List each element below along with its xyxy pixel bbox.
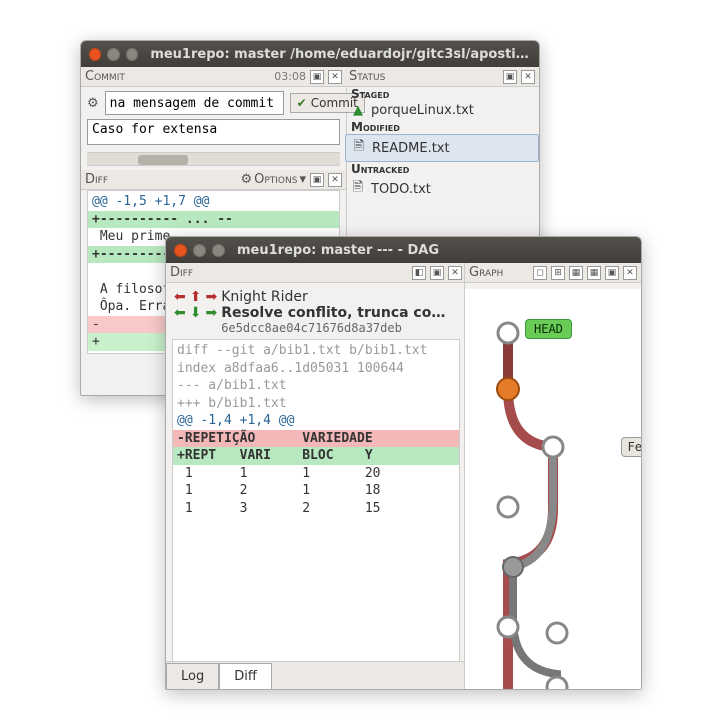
options-button[interactable]: Options ▾ xyxy=(240,172,306,187)
pane-undock-button[interactable]: ▣ xyxy=(310,70,324,84)
prev-up-icon[interactable]: ⬆ xyxy=(190,289,202,305)
pane-close-button[interactable]: ✕ xyxy=(521,70,535,84)
time-label: 03:08 xyxy=(274,70,306,83)
h-scrollbar[interactable] xyxy=(87,152,340,166)
commit-pane-title: Commit xyxy=(85,69,125,84)
prev-right-icon[interactable]: ➡ xyxy=(205,289,217,305)
untracked-section: Untracked xyxy=(345,162,539,176)
pane-undock-button[interactable]: ▣ xyxy=(503,70,517,84)
grid2-button[interactable]: ▦ xyxy=(587,266,601,280)
modified-file[interactable]: 🖹 README.txt xyxy=(345,134,539,162)
close-button[interactable] xyxy=(89,48,101,61)
commit-message-input[interactable] xyxy=(105,91,284,115)
modified-section: Modified xyxy=(345,120,539,134)
graph-pane-header: Graph ◻ ⊞ ▦ ▦ ▣ ✕ xyxy=(465,263,641,283)
tab-bar: Log Diff xyxy=(166,661,466,689)
pane-close-button[interactable]: ✕ xyxy=(328,70,342,84)
window-title: meu1repo: master --- - DAG xyxy=(237,243,439,258)
diff-line: 1 2 1 18 xyxy=(173,482,459,500)
diff-line: --- a/bib1.txt xyxy=(173,377,459,395)
gear-icon xyxy=(240,172,252,187)
staged-file[interactable]: ▲ porqueLinux.txt xyxy=(345,101,539,120)
diff-line: 1 1 1 20 xyxy=(173,465,459,483)
file-icon: 🖹 xyxy=(351,178,365,200)
file-icon: 🖹 xyxy=(352,137,366,159)
pane-close-button[interactable]: ✕ xyxy=(448,266,462,280)
file-name: README.txt xyxy=(372,141,450,156)
close-button[interactable] xyxy=(174,244,187,257)
titlebar[interactable]: meu1repo: master /home/eduardojr/gitc3sl… xyxy=(81,41,539,67)
next-right-icon[interactable]: ➡ xyxy=(205,305,217,321)
zoom-fit-button[interactable]: ◻ xyxy=(533,266,547,280)
commit-pane-header: Commit 03:08 ▣ ✕ xyxy=(81,67,346,87)
status-pane-header: Status ▣ ✕ xyxy=(345,67,539,87)
tab-log[interactable]: Log xyxy=(166,663,219,690)
pane-back-button[interactable]: ◧ xyxy=(412,266,426,280)
pane-undock-button[interactable]: ▣ xyxy=(310,173,324,187)
graph-pane-title: Graph xyxy=(469,265,503,280)
gear-icon[interactable] xyxy=(87,96,99,111)
commit-hash: 6e5dcc8ae04c71676d8a37deb xyxy=(221,321,458,335)
commit-icon: ✔ xyxy=(297,96,307,110)
diff-line: index a8dfaa6..1d05031 100644 xyxy=(173,360,459,378)
tab-diff[interactable]: Diff xyxy=(219,663,272,690)
next-left-icon[interactable]: ⬅ xyxy=(174,305,186,321)
commit-author: Knight Rider xyxy=(221,289,458,305)
diff-line: 1 3 2 15 xyxy=(173,500,459,518)
minimize-button[interactable] xyxy=(107,48,119,61)
diff-view[interactable]: diff --git a/bib1.txt b/bib1.txtindex a8… xyxy=(172,339,460,661)
status-pane-title: Status xyxy=(349,69,385,84)
chevron-down-icon: ▾ xyxy=(299,172,306,187)
file-name: porqueLinux.txt xyxy=(371,103,474,118)
branch-tag[interactable]: Fe xyxy=(621,437,641,457)
graph-canvas[interactable]: HEAD Fe xyxy=(465,289,641,689)
diff-line: +++ b/bib1.txt xyxy=(173,395,459,413)
next-down-icon[interactable]: ⬇ xyxy=(190,305,202,321)
pane-undock-button[interactable]: ▣ xyxy=(605,266,619,280)
zoom-in-button[interactable]: ⊞ xyxy=(551,266,565,280)
prev-left-icon[interactable]: ⬅ xyxy=(174,289,186,305)
pane-close-button[interactable]: ✕ xyxy=(328,173,342,187)
commit-description-input[interactable]: Caso for extensa xyxy=(87,119,340,145)
diff-pane-title: Diff xyxy=(85,172,108,187)
untracked-file[interactable]: 🖹 TODO.txt xyxy=(345,176,539,202)
pane-close-button[interactable]: ✕ xyxy=(623,266,637,280)
diff-line: diff --git a/bib1.txt b/bib1.txt xyxy=(173,342,459,360)
commit-subject: Resolve conflito, trunca co… xyxy=(221,305,458,321)
staged-icon: ▲ xyxy=(351,103,365,118)
git-dag-window: meu1repo: master --- - DAG Diff ◧ ▣ ✕ ⬅ … xyxy=(165,236,642,690)
head-tag[interactable]: HEAD xyxy=(525,319,572,339)
file-name: TODO.txt xyxy=(371,182,431,197)
pane-undock-button[interactable]: ▣ xyxy=(430,266,444,280)
diff-pane-header: Diff ◧ ▣ ✕ xyxy=(166,263,466,283)
diff-line: @@ -1,4 +1,4 @@ xyxy=(173,412,459,430)
maximize-button[interactable] xyxy=(212,244,225,257)
titlebar[interactable]: meu1repo: master --- - DAG xyxy=(166,237,641,263)
diff-pane-title: Diff xyxy=(170,265,193,280)
window-title: meu1repo: master /home/eduardojr/gitc3sl… xyxy=(150,47,531,62)
staged-section: Staged xyxy=(345,87,539,101)
minimize-button[interactable] xyxy=(193,244,206,257)
diff-line: @@ -1,5 +1,7 @@ xyxy=(88,193,339,211)
maximize-button[interactable] xyxy=(126,48,138,61)
grid1-button[interactable]: ▦ xyxy=(569,266,583,280)
diff-line: -REPETIÇÃO VARIEDADE xyxy=(173,430,459,448)
diff-line: +---------- ... -- xyxy=(88,211,339,229)
diff-pane-header: Diff Options ▾ ▣ ✕ xyxy=(81,170,346,190)
diff-line: +REPT VARI BLOC Y xyxy=(173,447,459,465)
